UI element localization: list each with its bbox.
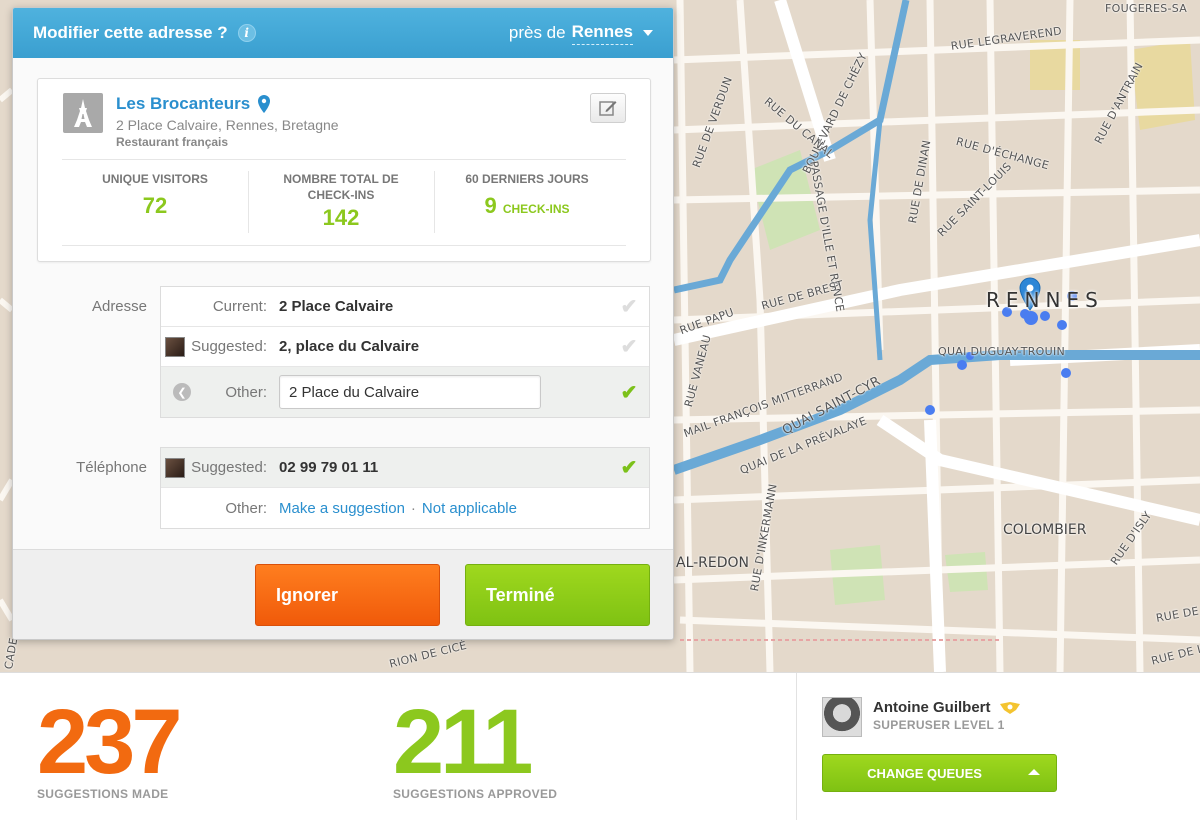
field-key: Current: — [161, 298, 279, 315]
map-pin-icon — [258, 95, 271, 113]
panel-title: Modifier cette adresse ? i — [33, 23, 256, 43]
stat-value-group: 9 CHECK-INS — [434, 193, 620, 219]
map-district-redon: AL-REDON — [676, 555, 750, 571]
suggested-key: Suggested: — [191, 338, 267, 355]
check-icon[interactable]: ✔ — [609, 334, 649, 359]
field-key: Suggested: — [161, 457, 279, 478]
pencil-icon — [599, 101, 617, 116]
suggestions-approved-label: SUGGESTIONS APPROVED — [393, 787, 558, 801]
map-city-label: RENNES — [986, 288, 1104, 312]
suggestions-approved-count: 211 — [393, 691, 533, 793]
other-key: Other: — [225, 499, 267, 517]
phone-other-row: Other: Make a suggestion · Not applicable — [161, 488, 649, 528]
field-key: Other: — [161, 500, 279, 517]
edit-venue-panel: Modifier cette adresse ? i près de Renne… — [12, 7, 674, 640]
phone-field-box: Suggested: 02 99 79 01 11 ✔ Other: Make … — [160, 447, 650, 529]
user-name[interactable]: Antoine Guilbert — [873, 699, 991, 716]
suggestions-made-label: SUGGESTIONS MADE — [37, 787, 169, 801]
address-other-row[interactable]: ❮ Other: ✔ — [161, 367, 649, 417]
bottom-stats-bar: 237 SUGGESTIONS MADE 211 SUGGESTIONS APP… — [0, 672, 1200, 820]
current-key: Current: — [212, 298, 267, 315]
suggester-avatar — [165, 336, 186, 357]
user-level: SUPERUSER LEVEL 1 — [873, 718, 1005, 732]
avatar[interactable] — [822, 697, 862, 737]
venue-category: Restaurant français — [116, 135, 229, 149]
phone-section-label: Téléphone — [76, 459, 147, 476]
address-current-row[interactable]: Current: 2 Place Calvaire ✔ — [161, 287, 649, 327]
stat-label: NOMBRE TOTAL DE CHECK-INS — [283, 172, 399, 202]
near-city[interactable]: Rennes — [571, 22, 633, 45]
separator: · — [410, 499, 416, 517]
stat-unique-visitors: UNIQUE VISITORS 72 — [62, 171, 248, 219]
superuser-badge-icon — [999, 701, 1020, 714]
other-key: Other: — [225, 383, 267, 401]
check-icon[interactable]: ✔ — [609, 294, 649, 319]
address-field-box: Current: 2 Place Calvaire ✔ Suggested: 2… — [160, 286, 650, 418]
suggestions-made-stat: 237 SUGGESTIONS MADE — [37, 691, 182, 801]
done-button[interactable]: Terminé — [465, 564, 650, 626]
change-queues-label: CHANGE QUEUES — [867, 765, 982, 781]
suggestions-approved-stat: 211 SUGGESTIONS APPROVED — [393, 691, 558, 801]
address-other-input[interactable] — [279, 375, 541, 409]
phone-suggested-value: 02 99 79 01 11 — [279, 459, 379, 476]
check-icon[interactable]: ✔ — [609, 380, 649, 405]
stat-label: UNIQUE VISITORS — [102, 172, 208, 186]
venue-name-link[interactable]: Les Brocanteurs — [116, 94, 271, 114]
eiffel-tower-icon — [63, 93, 103, 133]
address-current-value: 2 Place Calvaire — [279, 298, 394, 315]
field-key: Suggested: — [161, 336, 279, 357]
panel-title-text: Modifier cette adresse ? — [33, 23, 228, 42]
phone-suggested-row[interactable]: Suggested: 02 99 79 01 11 ✔ — [161, 448, 649, 488]
caret-up-icon — [1028, 769, 1040, 775]
venue-card: Les Brocanteurs 2 Place Calvaire, Rennes… — [37, 78, 651, 262]
edit-button[interactable] — [590, 93, 626, 123]
address-other-field-wrap — [279, 375, 609, 409]
suggestions-made-count: 237 — [37, 691, 182, 793]
near-location-selector[interactable]: près de Rennes — [509, 22, 653, 45]
address-suggested-row[interactable]: Suggested: 2, place du Calvaire ✔ — [161, 327, 649, 367]
suggested-key: Suggested: — [191, 459, 267, 476]
user-area: Antoine Guilbert SUPERUSER LEVEL 1 CHANG… — [796, 673, 1200, 820]
stat-unit: CHECK-INS — [502, 202, 570, 216]
user-name-row: Antoine Guilbert — [873, 699, 1021, 716]
back-arrow-icon[interactable]: ❮ — [173, 383, 191, 401]
stat-value: 72 — [142, 193, 168, 218]
venue-address: 2 Place Calvaire, Rennes, Bretagne — [116, 117, 339, 133]
phone-other-links: Make a suggestion · Not applicable — [279, 500, 649, 517]
near-prefix: près de — [508, 23, 566, 42]
stat-60-days: 60 DERNIERS JOURS 9 CHECK-INS — [434, 171, 620, 219]
info-icon[interactable]: i — [237, 24, 256, 42]
check-icon[interactable]: ✔ — [609, 455, 649, 480]
panel-header: Modifier cette adresse ? i près de Renne… — [13, 8, 673, 58]
map-district-colombier: COLOMBIER — [1003, 522, 1087, 538]
divider — [62, 245, 626, 246]
change-queues-button[interactable]: CHANGE QUEUES — [822, 754, 1057, 792]
make-suggestion-link[interactable]: Make a suggestion — [279, 500, 405, 517]
stat-value: 142 — [322, 205, 360, 230]
not-applicable-link[interactable]: Not applicable — [422, 500, 517, 517]
ignore-button[interactable]: Ignorer — [255, 564, 440, 626]
stat-value: 9 — [484, 193, 497, 218]
map-street-label: FOUGERES-SA — [1105, 2, 1188, 15]
map-street-label: QUAI DUGUAY-TROUIN — [938, 345, 1066, 358]
divider — [62, 159, 626, 160]
stat-total-checkins: NOMBRE TOTAL DE CHECK-INS 142 — [248, 171, 434, 231]
venue-name[interactable]: Les Brocanteurs — [116, 94, 250, 114]
stat-label: 60 DERNIERS JOURS — [465, 172, 589, 186]
panel-footer: Ignorer Terminé — [13, 549, 673, 639]
address-section-label: Adresse — [91, 298, 147, 315]
chevron-down-icon[interactable] — [643, 30, 653, 36]
suggester-avatar — [165, 457, 186, 478]
address-suggested-value: 2, place du Calvaire — [279, 338, 420, 355]
